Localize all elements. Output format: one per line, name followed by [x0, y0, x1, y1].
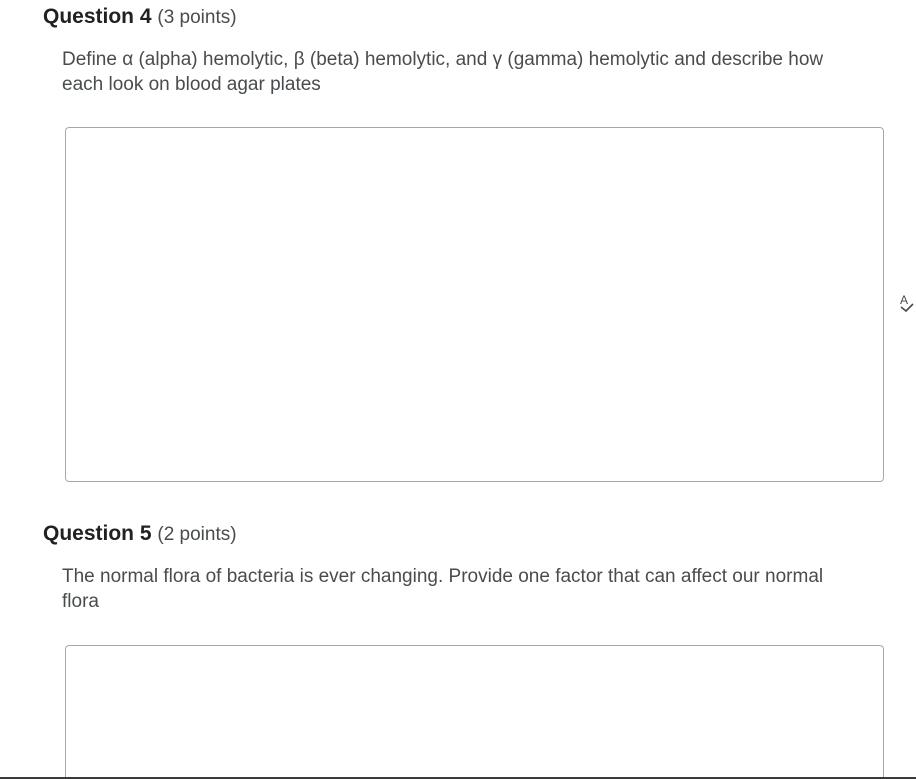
svg-text:A: A [900, 293, 908, 307]
question-5-title: Question 5 [43, 522, 152, 545]
spellcheck-icon[interactable]: A [898, 292, 916, 314]
question-5-heading: Question 5 (2 points) [43, 521, 237, 548]
question-4-points: (3 points) [157, 7, 237, 28]
question-5-answer-field[interactable] [65, 645, 884, 779]
question-4-heading: Question 4 (3 points) [43, 4, 237, 31]
question-4-title: Question 4 [43, 5, 152, 28]
question-4-answer-field[interactable] [65, 127, 884, 482]
question-4-prompt: Define α (alpha) hemolytic, β (beta) hem… [62, 49, 824, 95]
question-5-prompt: The normal flora of bacteria is ever cha… [62, 566, 824, 612]
question-5-points: (2 points) [157, 524, 237, 545]
